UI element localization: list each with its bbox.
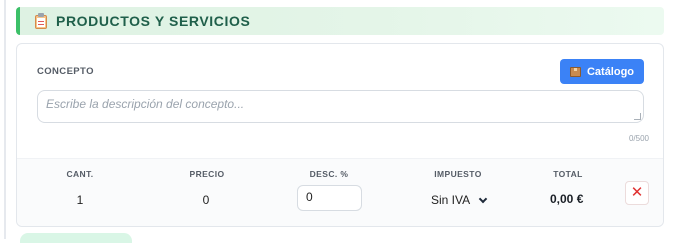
concept-textarea[interactable]: Escribe la descripción del concepto... <box>37 90 644 123</box>
header-total: TOTAL <box>553 169 583 179</box>
discount-value: 0 <box>306 190 313 204</box>
tax-select[interactable]: Sin IVA <box>431 193 488 207</box>
total-value: 0,00 € <box>550 192 584 206</box>
tax-value: Sin IVA <box>431 193 471 207</box>
concept-placeholder: Escribe la descripción del concepto... <box>46 97 245 111</box>
section-header: PRODUCTOS Y SERVICIOS <box>16 7 664 35</box>
section-title: PRODUCTOS Y SERVICIOS <box>56 13 251 29</box>
header-qty: CANT. <box>66 169 94 179</box>
catalog-button-label: Catálogo <box>586 65 635 78</box>
price-value[interactable]: 0 <box>193 193 219 207</box>
quantity-value[interactable]: 1 <box>67 193 93 207</box>
header-price: PRECIO <box>189 169 225 179</box>
clipboard-icon <box>34 13 48 29</box>
left-divider <box>4 0 6 239</box>
chevron-down-icon <box>478 194 488 203</box>
delete-row-button[interactable]: ✕ <box>625 181 649 205</box>
resize-handle-icon[interactable] <box>634 113 641 120</box>
concept-label: CONCEPTO <box>37 66 94 77</box>
next-section-header <box>20 233 132 243</box>
header-discount: DESC. % <box>309 169 349 179</box>
header-tax: IMPUESTO <box>434 169 482 179</box>
char-counter: 0/500 <box>628 134 649 143</box>
concept-card: CONCEPTO Catálogo Escribe la descripción… <box>16 43 664 227</box>
close-icon: ✕ <box>630 184 644 201</box>
discount-input[interactable]: 0 <box>297 185 362 211</box>
catalog-button[interactable]: Catálogo <box>560 59 644 84</box>
package-icon <box>569 66 581 77</box>
